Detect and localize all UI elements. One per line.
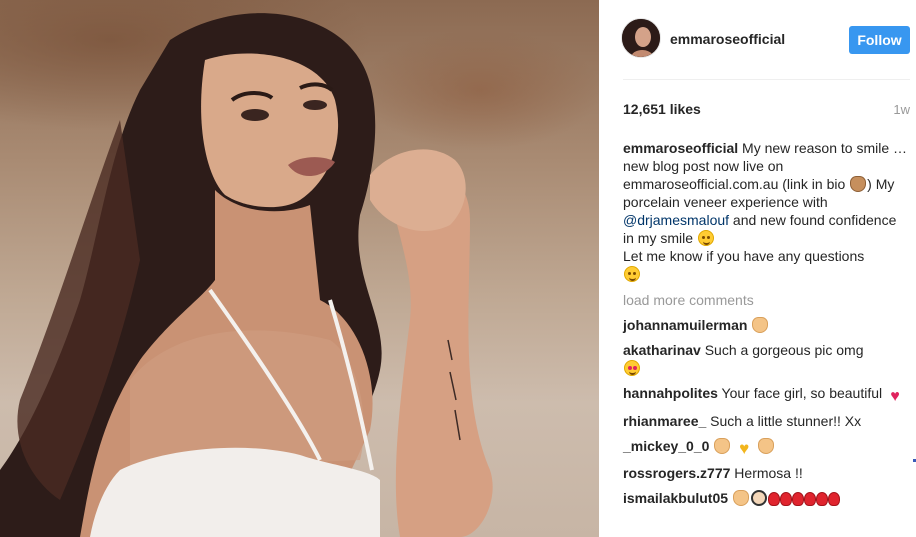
red-heart-icon: ♥ <box>890 388 900 405</box>
avatar[interactable] <box>621 18 661 58</box>
rose-icon <box>791 492 804 506</box>
heart-eyes-icon <box>624 360 640 376</box>
follow-button[interactable]: Follow <box>849 26 910 54</box>
post-header: emmaroseofficial Follow <box>599 0 916 80</box>
comment-username[interactable]: hannahpolites <box>623 385 718 401</box>
comment-item: johannamuilerman <box>623 316 911 334</box>
load-more-comments-link[interactable]: load more comments <box>623 292 754 308</box>
comment-item: rhianmaree_ Such a little stunner!! Xx <box>623 412 911 430</box>
comment-username[interactable]: _mickey_0_0 <box>623 438 709 454</box>
caption-mention-link[interactable]: @drjamesmalouf <box>623 212 729 228</box>
winking-kiss-icon <box>697 230 714 246</box>
post-author-username[interactable]: emmaroseofficial <box>670 31 785 47</box>
post-age[interactable]: 1w <box>893 102 910 117</box>
comment-username[interactable]: rhianmaree_ <box>623 413 706 429</box>
avatar-image <box>622 19 660 57</box>
post-sidebar: emmaroseofficial Follow 12,651 likes 1w … <box>599 0 916 537</box>
comments-list: johannamuilerman akatharinav Such a gorg… <box>623 316 911 514</box>
rose-icon <box>779 492 792 506</box>
post-caption: emmaroseofficial My new reason to smile … <box>623 139 911 283</box>
pointing-hand-icon <box>850 176 867 192</box>
person-icon <box>750 490 767 506</box>
rose-icon <box>815 492 828 506</box>
post-photo[interactable] <box>0 0 599 537</box>
comment-username[interactable]: johannamuilerman <box>623 317 747 333</box>
comment-username[interactable]: ismailakbulut05 <box>623 490 728 506</box>
rose-icon <box>767 492 780 506</box>
comment-item: hannahpolites Your face girl, so beautif… <box>623 384 911 405</box>
raised-hand-icon <box>732 490 749 506</box>
ok-hand-icon <box>752 317 769 333</box>
comment-item: ismailakbulut05 <box>623 489 911 507</box>
pointing-left-icon <box>758 438 775 454</box>
caption-text-4: Let me know if you have any questions <box>623 248 865 264</box>
comment-text: Your face girl, so beautiful <box>721 385 883 401</box>
comment-item: _mickey_0_0 ♥ <box>623 437 911 457</box>
comment-item: akatharinav Such a gorgeous pic omg <box>623 341 911 377</box>
comment-text: Such a little stunner!! Xx <box>710 413 862 429</box>
winking-tongue-icon <box>624 266 640 282</box>
comment-text: Hermosa !! <box>734 465 803 481</box>
post-photo-illustration <box>0 13 493 537</box>
rose-icon <box>827 492 840 506</box>
comment-username[interactable]: akatharinav <box>623 342 701 358</box>
comment-item: rossrogers.z777 Hermosa !! <box>623 464 911 482</box>
comment-username[interactable]: rossrogers.z777 <box>623 465 730 481</box>
yellow-heart-icon: ♥ <box>739 439 750 458</box>
header-divider <box>623 79 910 80</box>
comment-text: Such a gorgeous pic omg <box>704 342 864 358</box>
caption-username[interactable]: emmaroseofficial <box>623 140 738 156</box>
pointing-right-icon <box>714 438 731 454</box>
rose-icon <box>803 492 816 506</box>
likes-count[interactable]: 12,651 likes <box>623 101 701 117</box>
